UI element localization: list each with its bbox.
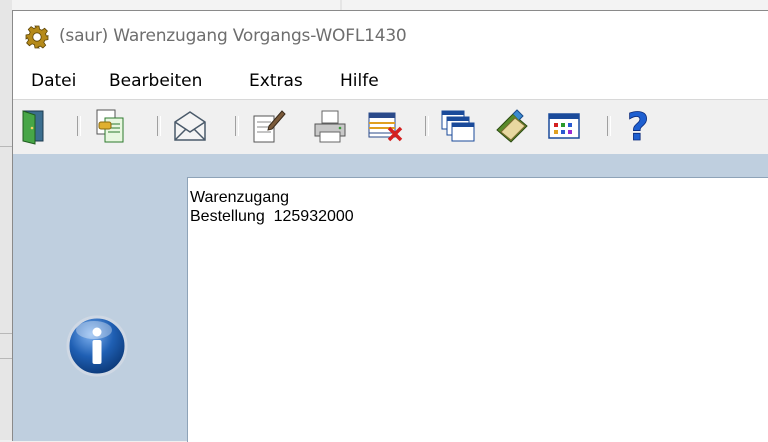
toolbar-separator <box>425 116 429 136</box>
message-panel: Warenzugang Bestellung 125932000 <box>13 154 768 442</box>
print-icon <box>311 106 349 146</box>
menu-extras[interactable]: Extras <box>249 71 303 91</box>
email-button[interactable] <box>171 106 209 146</box>
message-text-area[interactable]: Warenzugang Bestellung 125932000 <box>187 177 768 442</box>
copy-document-icon <box>91 106 129 146</box>
background-line <box>0 358 12 359</box>
book-icon <box>493 106 531 146</box>
message-line: Bestellung 125932000 <box>190 208 354 225</box>
menu-bar: Datei Bearbeiten Extras Hilfe <box>13 63 768 97</box>
gear-icon <box>25 25 49 49</box>
exit-door-icon <box>15 106 53 146</box>
exit-button[interactable] <box>15 106 53 146</box>
window-title: (saur) Warenzugang Vorgangs-WOFL1430 <box>59 26 407 46</box>
table-grid-icon <box>545 106 583 146</box>
windows-cascade-icon <box>439 106 477 146</box>
delete-button[interactable] <box>365 106 403 146</box>
toolbar-separator <box>157 116 161 136</box>
background-window-strip <box>0 0 12 440</box>
grid-button[interactable] <box>545 106 583 146</box>
toolbar-separator <box>77 116 81 136</box>
menu-bearbeiten[interactable]: Bearbeiten <box>109 71 202 91</box>
edit-document-button[interactable] <box>249 106 287 146</box>
help-button[interactable]: ? <box>619 106 657 146</box>
info-icon <box>65 314 129 378</box>
edit-document-icon <box>249 106 287 146</box>
email-envelope-icon <box>171 106 209 146</box>
background-line <box>0 146 12 147</box>
menu-datei[interactable]: Datei <box>31 71 76 91</box>
dialog-window: (saur) Warenzugang Vorgangs-WOFL1430 Dat… <box>12 10 768 442</box>
menu-hilfe[interactable]: Hilfe <box>340 71 379 91</box>
book-button[interactable] <box>493 106 531 146</box>
print-button[interactable] <box>311 106 349 146</box>
toolbar-separator <box>235 116 239 136</box>
background-line <box>0 333 12 334</box>
help-icon: ? <box>619 106 657 146</box>
toolbar: ? <box>13 99 768 154</box>
toolbar-separator <box>607 116 611 136</box>
title-bar[interactable]: (saur) Warenzugang Vorgangs-WOFL1430 <box>13 11 768 63</box>
svg-text:?: ? <box>627 106 649 146</box>
windows-button[interactable] <box>439 106 477 146</box>
message-line: Warenzugang <box>190 189 290 206</box>
copy-document-button[interactable] <box>91 106 129 146</box>
delete-table-icon <box>365 106 403 146</box>
